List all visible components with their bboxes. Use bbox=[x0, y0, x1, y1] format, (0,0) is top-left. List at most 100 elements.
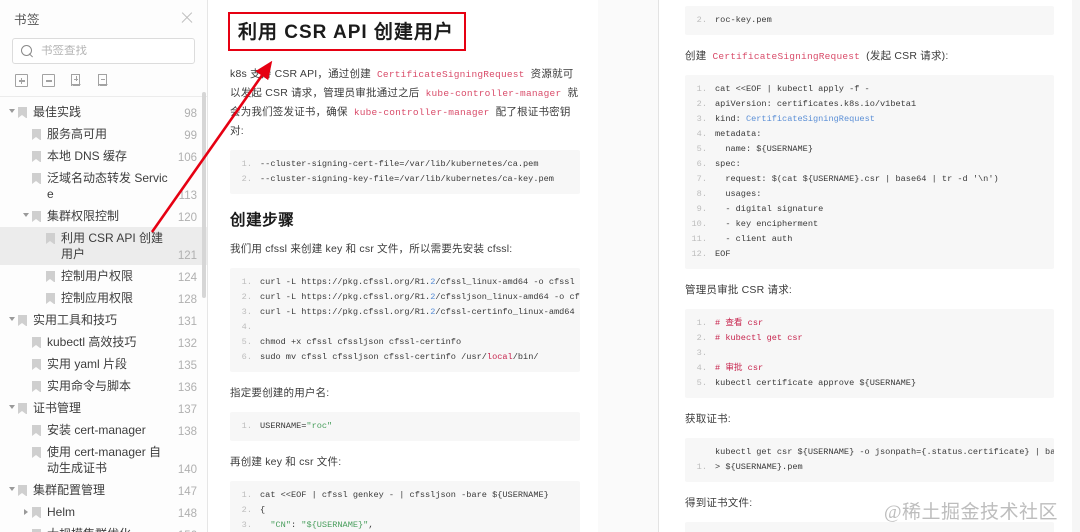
code-line: 9. - digital signature bbox=[685, 202, 1050, 217]
sidebar-header: 书签 bbox=[0, 0, 207, 36]
code-line: 4. # 审批 csr bbox=[685, 361, 1050, 376]
bookmark-page-number: 148 bbox=[177, 508, 197, 520]
inline-code-csr: CertificateSigningRequest bbox=[377, 69, 525, 80]
code-line: 1. cat <<EOF | kubectl apply -f - bbox=[685, 82, 1050, 97]
bookmark-item[interactable]: 大规模集群优化156 bbox=[0, 523, 207, 532]
bookmark-page-number: 99 bbox=[184, 130, 197, 142]
create-text-2: (发起 CSR 请求): bbox=[863, 50, 949, 62]
sidebar-toolbar bbox=[0, 64, 207, 97]
bookmark-item[interactable]: 利用 CSR API 创建用户 121 bbox=[0, 227, 207, 265]
document-viewport[interactable]: 利用 CSR API 创建用户 k8s 支持 CSR API，通过创建 Cert… bbox=[208, 0, 1080, 532]
document-page-right: 2. roc-key.pem 创建 CertificateSigningReque… bbox=[658, 0, 1072, 532]
code-block-csr-manifest[interactable]: 1. cat <<EOF | kubectl apply -f - 2. apiVer… bbox=[685, 75, 1054, 269]
search-input[interactable] bbox=[41, 45, 186, 57]
code-line: 6. sudo mv cfssl cfssljson cfssl-certinfo… bbox=[230, 350, 576, 365]
code-line-text: curl -L https://pkg.cfssl.org/R1.2/cfssl… bbox=[260, 277, 575, 287]
code-line-text: cat <<EOF | kubectl apply -f - bbox=[715, 84, 870, 94]
code-line: 4. metadata: bbox=[685, 127, 1050, 142]
code-block-getcert[interactable]: kubectl get csr ${USERNAME} -o jsonpath=… bbox=[685, 438, 1054, 482]
code-line-number: 3. bbox=[241, 307, 252, 317]
intro-paragraph: k8s 支持 CSR API，通过创建 CertificateSigningRe… bbox=[230, 65, 580, 141]
bookmark-item[interactable]: 集群配置管理 147 bbox=[0, 479, 207, 501]
bookmark-item[interactable]: 泛域名动态转发 Service 113 bbox=[0, 167, 207, 205]
code-line: 2. apiVersion: certificates.k8s.io/v1beta… bbox=[685, 97, 1050, 112]
paragraph-approve: 管理员审批 CSR 请求: bbox=[685, 284, 793, 296]
bookmark-item[interactable]: Helm 148 bbox=[0, 501, 207, 523]
chevron-down-icon[interactable] bbox=[6, 482, 18, 491]
chevron-down-icon[interactable] bbox=[20, 208, 32, 217]
paragraph-getcert: 获取证书: bbox=[685, 413, 731, 425]
bookmark-item[interactable]: 安装 cert-manager 138 bbox=[0, 419, 207, 441]
bookmark-item[interactable]: 控制应用权限 128 bbox=[0, 287, 207, 309]
caret-spacer bbox=[20, 170, 32, 175]
bookmark-label: 服务高可用 bbox=[47, 127, 108, 141]
code-line: 6. spec: bbox=[685, 157, 1050, 172]
code-block-signing-flags[interactable]: 1. --cluster-signing-cert-file=/var/lib/k… bbox=[230, 150, 580, 194]
bookmark-item[interactable]: 证书管理 137 bbox=[0, 397, 207, 419]
code-line: 5. kubectl certificate approve ${USERNAME… bbox=[685, 376, 1050, 391]
caret-spacer bbox=[34, 230, 46, 235]
code-block-genkey[interactable]: 1. cat <<EOF | cfssl genkey - | cfssljson… bbox=[230, 481, 580, 532]
caret-spacer bbox=[20, 334, 32, 339]
remove-bookmark-icon[interactable] bbox=[95, 73, 110, 88]
code-line-number: 5. bbox=[696, 378, 707, 388]
chevron-down-icon[interactable] bbox=[6, 312, 18, 321]
code-block-install-cfssl[interactable]: 1. curl -L https://pkg.cfssl.org/R1.2/cfs… bbox=[230, 268, 580, 372]
bookmark-item[interactable]: 实用命令与脚本 136 bbox=[0, 375, 207, 397]
bookmark-page-number: 128 bbox=[177, 294, 197, 306]
bookmark-icon bbox=[18, 485, 27, 496]
caret-spacer bbox=[20, 148, 32, 153]
code-line-number: 7. bbox=[696, 174, 707, 184]
bookmark-page-number: 132 bbox=[177, 338, 197, 350]
bookmark-label: 实用命令与脚本 bbox=[47, 379, 132, 393]
bookmark-label: 实用工具和技巧 bbox=[33, 313, 118, 327]
sidebar-scrollbar[interactable] bbox=[202, 92, 206, 298]
bookmark-icon bbox=[32, 425, 41, 436]
bookmark-item[interactable]: 使用 cert-manager 自动生成证书 140 bbox=[0, 441, 207, 479]
intro-text-1: k8s 支持 CSR API，通过创建 bbox=[230, 68, 375, 80]
code-line-number: 4. bbox=[696, 363, 707, 373]
code-block-approve[interactable]: 1. # 查看 csr 2. # kubectl get csr 3. 4. # 审批 cs… bbox=[685, 309, 1054, 398]
code-line-number: 9. bbox=[696, 204, 707, 214]
bookmark-item[interactable]: 集群权限控制 120 bbox=[0, 205, 207, 227]
code-line: kubectl get csr ${USERNAME} -o jsonpath=… bbox=[685, 445, 1054, 460]
bookmark-item[interactable]: 最佳实践 98 bbox=[0, 101, 207, 123]
bookmark-icon bbox=[32, 381, 41, 392]
code-line-number: 4. bbox=[696, 129, 707, 139]
bookmark-page-number: 106 bbox=[177, 152, 197, 164]
code-line-number: 5. bbox=[241, 337, 252, 347]
code-line-text: name: ${USERNAME} bbox=[715, 144, 813, 154]
chevron-down-icon[interactable] bbox=[6, 400, 18, 409]
chevron-down-icon[interactable] bbox=[6, 104, 18, 113]
code-line: 8. usages: bbox=[685, 187, 1050, 202]
bookmark-item[interactable]: kubectl 高效技巧 132 bbox=[0, 331, 207, 353]
bookmark-item[interactable]: 本地 DNS 缓存 106 bbox=[0, 145, 207, 167]
bookmark-icon bbox=[18, 107, 27, 118]
code-line: 2. curl -L https://pkg.cfssl.org/R1.2/cfs… bbox=[230, 290, 580, 305]
bookmark-icon bbox=[18, 403, 27, 414]
bookmark-page-number: 137 bbox=[177, 404, 197, 416]
bookmark-item[interactable]: 实用 yaml 片段 135 bbox=[0, 353, 207, 375]
bookmark-tree[interactable]: 最佳实践 98 服务高可用 99 本地 DNS 缓存 106 泛域名动态转发 Service… bbox=[0, 97, 207, 532]
code-line-number: 1. bbox=[241, 421, 252, 431]
code-line-text: chmod +x cfssl cfssljson cfssl-certinfo bbox=[260, 337, 462, 347]
bookmark-search[interactable] bbox=[12, 38, 195, 64]
code-line: 4. bbox=[230, 320, 576, 335]
bookmark-item[interactable]: 服务高可用 99 bbox=[0, 123, 207, 145]
bookmark-item[interactable]: 实用工具和技巧 131 bbox=[0, 309, 207, 331]
bookmark-icon bbox=[32, 151, 41, 162]
collapse-all-icon[interactable] bbox=[41, 73, 56, 88]
code-line: 3. curl -L https://pkg.cfssl.org/R1.2/cfs… bbox=[230, 305, 580, 320]
expand-all-icon[interactable] bbox=[14, 73, 29, 88]
pdf-reader-window: 书签 最佳实践 98 服务高可用 99 本地 DNS 缓存 106 泛域名动态转发 Serv… bbox=[0, 0, 1080, 532]
close-icon[interactable] bbox=[179, 10, 195, 26]
bookmark-item[interactable]: 控制用户权限 124 bbox=[0, 265, 207, 287]
caret-spacer bbox=[20, 444, 32, 449]
code-block-key-pem[interactable]: 2. roc-key.pem bbox=[685, 6, 1054, 35]
chevron-right-icon[interactable] bbox=[20, 504, 32, 515]
bookmark-page-number: 135 bbox=[177, 360, 197, 372]
code-line: 5. chmod +x cfssl cfssljson cfssl-certinf… bbox=[230, 335, 576, 350]
code-line-text: # 查看 csr bbox=[715, 318, 764, 328]
add-bookmark-icon[interactable] bbox=[68, 73, 83, 88]
code-block-username[interactable]: 1. USERNAME="roc" bbox=[230, 412, 580, 441]
